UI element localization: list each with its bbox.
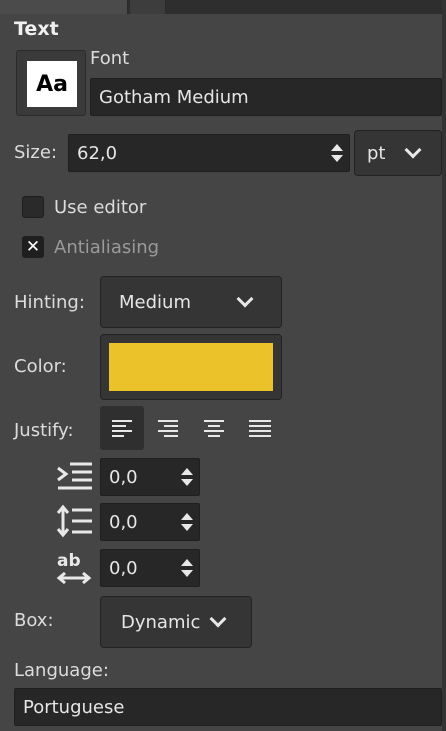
- font-preview-glyph: Aa: [27, 61, 77, 107]
- indent-icon: [57, 462, 92, 490]
- language-label: Language:: [14, 660, 109, 681]
- chevron-down-icon: [404, 141, 422, 159]
- spin-down-icon[interactable]: [331, 155, 343, 162]
- hinting-value: Medium: [119, 291, 191, 313]
- hinting-label: Hinting:: [14, 292, 85, 313]
- box-label: Box:: [14, 610, 54, 631]
- panel-title: Text: [14, 18, 59, 40]
- unit-value: pt: [367, 142, 386, 164]
- panel-border: [442, 0, 446, 731]
- spin-down-icon[interactable]: [181, 570, 193, 577]
- spin-down-icon[interactable]: [181, 524, 193, 531]
- spin-up-icon[interactable]: [331, 144, 343, 151]
- spin-up-icon[interactable]: [181, 513, 193, 520]
- dock-tab-strip: [0, 0, 446, 14]
- spin-up-icon[interactable]: [181, 468, 193, 475]
- align-right-icon: [158, 419, 178, 437]
- text-tool-options-panel: Text Aa Font Gotham Medium Size: 62,0 pt…: [0, 0, 446, 731]
- hinting-dropdown[interactable]: Medium: [100, 276, 282, 328]
- justify-center-button[interactable]: [192, 406, 236, 450]
- checkmark-icon: ✕: [25, 237, 41, 257]
- chevron-down-icon: [209, 610, 227, 628]
- svg-text:ab: ab: [57, 551, 81, 571]
- box-dropdown[interactable]: Dynamic: [100, 596, 252, 648]
- box-value: Dynamic: [121, 611, 201, 633]
- spin-up-icon[interactable]: [181, 559, 193, 566]
- color-button[interactable]: [100, 334, 282, 400]
- letter-spacing-icon: ab: [56, 551, 92, 585]
- justify-fill-button[interactable]: [238, 406, 282, 450]
- size-spin-buttons[interactable]: [326, 136, 348, 170]
- dock-tab[interactable]: [130, 0, 166, 14]
- justify-left-button[interactable]: [100, 406, 144, 450]
- antialiasing-label: Antialiasing: [54, 237, 160, 258]
- use-editor-label: Use editor: [54, 197, 147, 218]
- line-spacing-icon: [56, 504, 92, 538]
- spin-down-icon[interactable]: [181, 479, 193, 486]
- dock-tab[interactable]: [0, 0, 128, 14]
- size-label: Size:: [14, 142, 58, 163]
- language-entry[interactable]: Portuguese: [14, 688, 442, 726]
- chevron-down-icon: [236, 290, 254, 308]
- antialiasing-checkbox[interactable]: ✕: [22, 236, 44, 258]
- use-editor-checkbox[interactable]: [22, 196, 44, 218]
- color-swatch: [109, 343, 273, 391]
- align-center-icon: [204, 419, 224, 437]
- justify-label: Justify:: [14, 420, 74, 441]
- line-spacing-spin-buttons[interactable]: [176, 505, 198, 539]
- unit-dropdown[interactable]: pt: [354, 130, 442, 176]
- letter-spacing-spin-buttons[interactable]: [176, 551, 198, 585]
- indent-spin-buttons[interactable]: [176, 460, 198, 494]
- font-preview-button[interactable]: Aa: [16, 50, 86, 116]
- color-label: Color:: [14, 356, 67, 377]
- font-label: Font: [90, 48, 130, 69]
- align-fill-icon: [249, 419, 271, 437]
- font-entry[interactable]: Gotham Medium: [90, 78, 442, 116]
- size-entry[interactable]: 62,0: [68, 134, 350, 172]
- justify-right-button[interactable]: [146, 406, 190, 450]
- align-left-icon: [112, 419, 132, 437]
